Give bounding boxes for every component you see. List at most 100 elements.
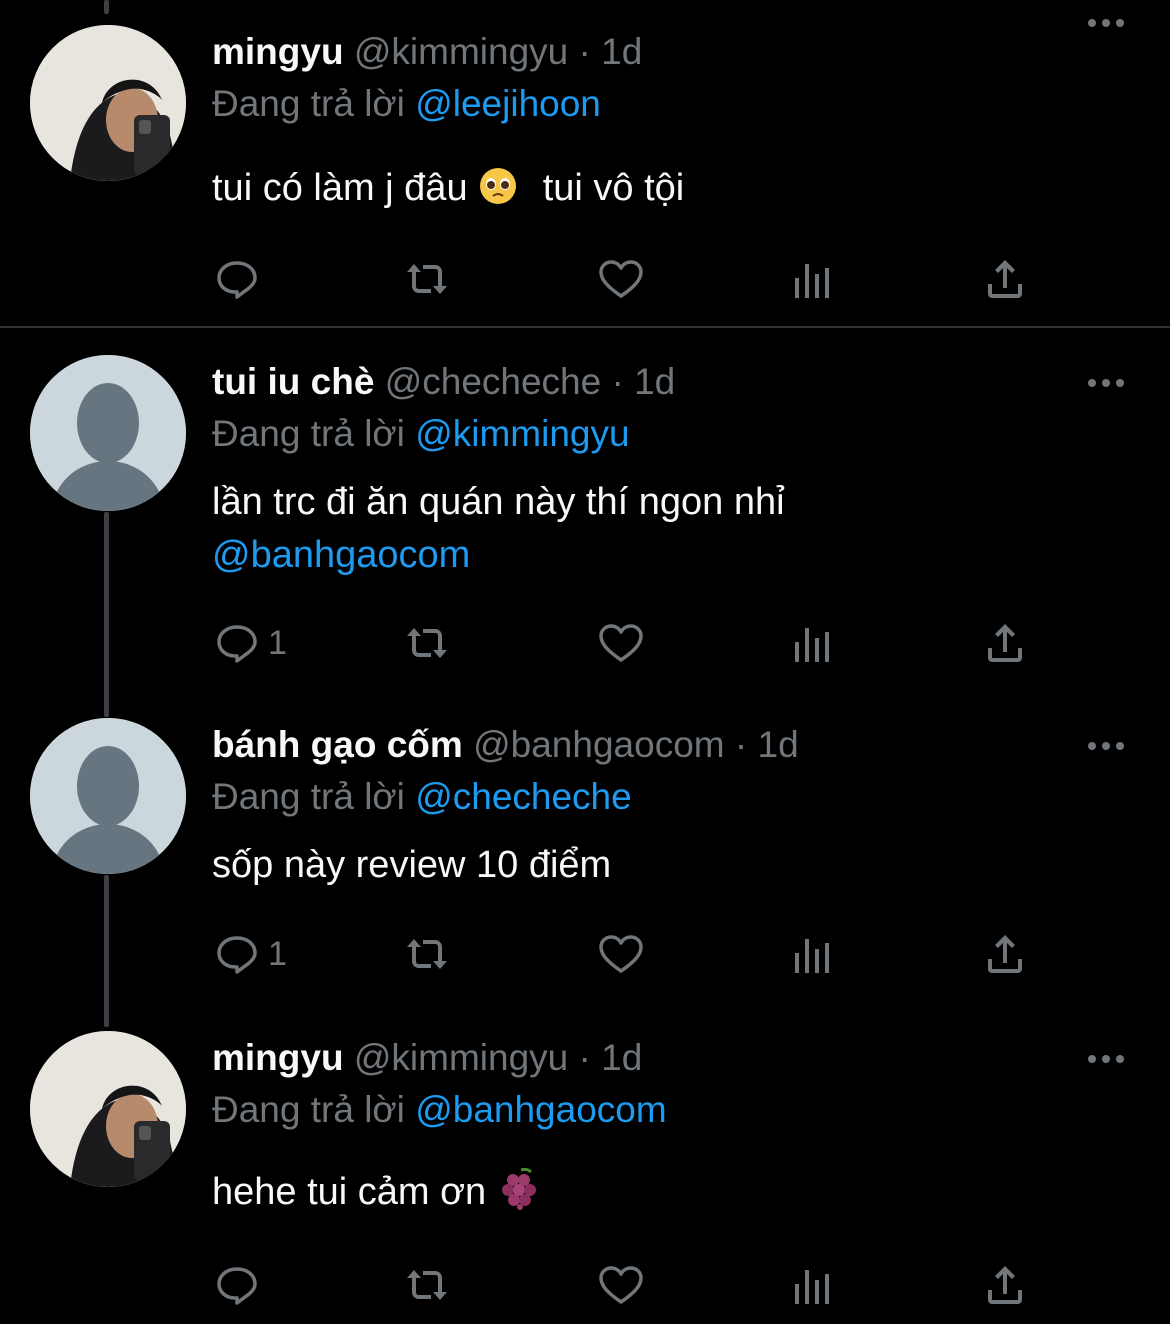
share-icon xyxy=(988,1266,1022,1304)
action-bar: 1 xyxy=(0,927,1170,981)
like-button[interactable] xyxy=(596,1258,646,1312)
action-bar xyxy=(0,252,1170,306)
timestamp[interactable]: 1d xyxy=(601,1037,642,1078)
timestamp[interactable]: 1d xyxy=(758,724,799,765)
reply-button[interactable] xyxy=(212,252,268,306)
user-handle[interactable]: @banhgaocom xyxy=(473,724,725,765)
reply-icon xyxy=(217,261,257,299)
share-button[interactable] xyxy=(980,927,1030,981)
share-icon xyxy=(988,624,1022,662)
timestamp[interactable]: 1d xyxy=(601,31,642,72)
retweet-button[interactable] xyxy=(402,927,452,981)
retweet-icon xyxy=(407,1270,447,1300)
pleading-face-emoji xyxy=(478,166,518,221)
display-name[interactable]: tui iu chè xyxy=(212,361,374,402)
replying-prefix: Đang trả lời xyxy=(212,1089,405,1130)
tweet-header: bánh gạo cốm @banhgaocom · 1d xyxy=(212,723,799,767)
user-handle[interactable]: @kimmingyu xyxy=(354,31,568,72)
replying-to: Đang trả lời @banhgaocom xyxy=(212,1088,667,1132)
reply-button[interactable] xyxy=(212,1258,268,1312)
reply-icon xyxy=(217,625,257,663)
like-icon xyxy=(599,624,643,662)
replying-prefix: Đang trả lời xyxy=(212,776,405,817)
share-icon xyxy=(988,935,1022,973)
retweet-button[interactable] xyxy=(402,252,452,306)
tweet-text: hehe tui cảm ơn xyxy=(212,1166,541,1225)
tweet-text: tui có làm j đâu tui vô tội xyxy=(212,162,684,221)
retweet-icon xyxy=(407,628,447,658)
views-button[interactable] xyxy=(788,252,838,306)
share-icon xyxy=(988,260,1022,298)
like-icon xyxy=(599,1266,643,1304)
tweet-text-part: lần trc đi ăn quán này thí ngon nhỉ xyxy=(212,481,785,523)
avatar[interactable] xyxy=(30,718,186,874)
action-bar: 1 xyxy=(0,616,1170,670)
tweet-header: mingyu @kimmingyu · 1d xyxy=(212,1036,642,1080)
like-icon xyxy=(599,260,643,298)
views-icon xyxy=(795,1270,829,1304)
views-button[interactable] xyxy=(788,616,838,670)
separator-dot: · xyxy=(734,724,748,765)
avatar[interactable] xyxy=(30,1031,186,1187)
display-name[interactable]: bánh gạo cốm xyxy=(212,724,463,765)
replying-to: Đang trả lời @kimmingyu xyxy=(212,412,630,456)
reply-count: 1 xyxy=(268,934,287,973)
replying-mention[interactable]: @checheche xyxy=(415,776,632,817)
views-icon xyxy=(795,939,829,973)
tweet-divider xyxy=(0,326,1170,328)
tweet-text-part: sốp này review 10 điểm xyxy=(212,844,612,886)
views-button[interactable] xyxy=(788,1258,838,1312)
more-icon[interactable] xyxy=(1086,1052,1126,1066)
more-icon[interactable] xyxy=(1086,376,1126,390)
separator-dot: · xyxy=(578,1037,591,1078)
avatar[interactable] xyxy=(30,355,186,511)
like-button[interactable] xyxy=(596,927,646,981)
replying-prefix: Đang trả lời xyxy=(212,83,405,124)
tweet-text-part: tui có làm j đâu xyxy=(212,167,468,209)
retweet-button[interactable] xyxy=(402,616,452,670)
reply-icon xyxy=(217,1267,257,1305)
replying-to: Đang trả lời @leejihoon xyxy=(212,82,601,126)
tweet-header: mingyu @kimmingyu · 1d xyxy=(212,30,642,74)
avatar[interactable] xyxy=(30,25,186,181)
views-icon xyxy=(795,628,829,662)
replying-mention[interactable]: @banhgaocom xyxy=(415,1089,667,1130)
tweet-text-part: hehe tui cảm ơn xyxy=(212,1171,487,1213)
replying-mention[interactable]: @kimmingyu xyxy=(415,413,629,454)
like-button[interactable] xyxy=(596,616,646,670)
views-button[interactable] xyxy=(788,927,838,981)
share-button[interactable] xyxy=(980,1258,1030,1312)
separator-dot: · xyxy=(578,31,591,72)
share-button[interactable] xyxy=(980,252,1030,306)
separator-dot: · xyxy=(611,361,624,402)
retweet-icon xyxy=(407,264,447,294)
reply-count: 1 xyxy=(268,623,287,662)
thread-line-2-3 xyxy=(104,512,109,717)
thread-line-top xyxy=(104,0,109,14)
views-icon xyxy=(795,264,829,298)
display-name[interactable]: mingyu xyxy=(212,31,344,72)
like-button[interactable] xyxy=(596,252,646,306)
display-name[interactable]: mingyu xyxy=(212,1037,344,1078)
user-handle[interactable]: @checheche xyxy=(385,361,602,402)
more-icon[interactable] xyxy=(1086,739,1126,753)
timestamp[interactable]: 1d xyxy=(634,361,675,402)
retweet-icon xyxy=(407,939,447,969)
user-handle[interactable]: @kimmingyu xyxy=(354,1037,568,1078)
like-icon xyxy=(599,935,643,973)
tweet-text-part: tui vô tội xyxy=(542,167,685,209)
reply-button[interactable]: 1 xyxy=(212,927,287,981)
replying-mention[interactable]: @leejihoon xyxy=(415,83,601,124)
tweet-header: tui iu chè @checheche · 1d xyxy=(212,360,675,404)
share-button[interactable] xyxy=(980,616,1030,670)
reply-button[interactable]: 1 xyxy=(212,616,287,670)
grapes-emoji xyxy=(497,1166,541,1225)
action-bar xyxy=(0,1258,1170,1312)
tweet-text: sốp này review 10 điểm xyxy=(212,839,611,892)
replying-to: Đang trả lời @checheche xyxy=(212,775,632,819)
tweet-text: lần trc đi ăn quán này thí ngon nhỉ @ban… xyxy=(212,476,785,582)
tweet-mention[interactable]: @banhgaocom xyxy=(212,529,785,582)
retweet-button[interactable] xyxy=(402,1258,452,1312)
more-icon[interactable] xyxy=(1086,16,1126,30)
reply-icon xyxy=(217,936,257,974)
